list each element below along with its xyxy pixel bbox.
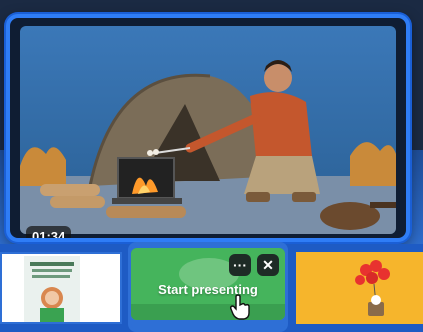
video-frame[interactable] [20, 26, 396, 234]
video-preview-card[interactable]: 01:34 [6, 14, 410, 242]
slide-thumbnail-2-active[interactable]: Start presenting ··· ✕ [131, 248, 285, 320]
slide-thumbnail-3[interactable] [296, 252, 423, 324]
start-presenting-label[interactable]: Start presenting [131, 282, 285, 297]
more-options-button[interactable]: ··· [229, 254, 251, 276]
slide-3-preview-image [296, 252, 423, 324]
more-horizontal-icon: ··· [233, 257, 247, 273]
close-icon: ✕ [262, 257, 274, 273]
hand-cursor-icon [229, 294, 250, 320]
slide-1-preview-image [2, 254, 120, 322]
close-button[interactable]: ✕ [257, 254, 279, 276]
slide-thumbnail-1[interactable] [0, 252, 122, 324]
video-duration-badge: 01:34 [26, 226, 72, 238]
camping-scene-image [20, 26, 396, 234]
